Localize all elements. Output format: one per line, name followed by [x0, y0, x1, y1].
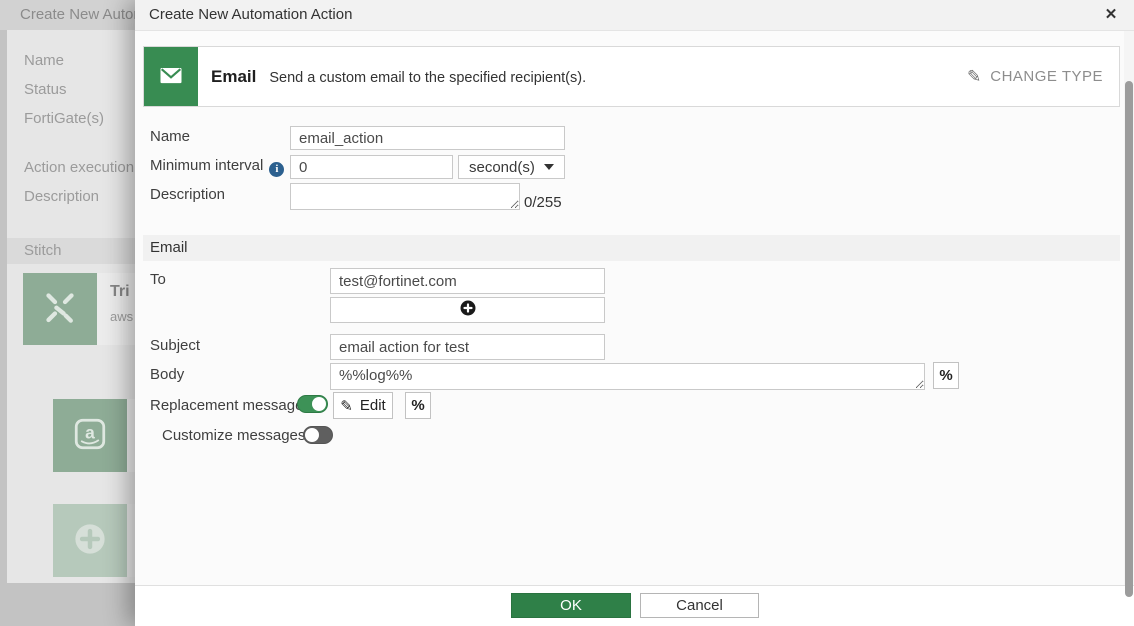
cancel-label: Cancel: [676, 597, 723, 614]
bg-aws-card-edge: [127, 399, 135, 472]
background-dialog-panel: Name Status FortiGate(s) Action executio…: [7, 30, 135, 583]
change-type-label: CHANGE TYPE: [990, 68, 1103, 85]
screen: Create New Autor Name Status FortiGate(s…: [0, 0, 1134, 626]
bg-add-tile: [53, 504, 127, 577]
pencil-icon: ✎: [967, 67, 981, 87]
bg-stitch-section-band: Stitch: [7, 238, 135, 264]
ok-label: OK: [560, 597, 582, 614]
bg-trigger-card: Tri aws: [97, 273, 135, 345]
email-type-description: Send a custom email to the specified rec…: [269, 70, 586, 86]
insert-variable-button-body[interactable]: %: [933, 362, 959, 389]
to-label: To: [150, 271, 166, 288]
toggle-knob: [312, 397, 326, 411]
modal-titlebar: Create New Automation Action ✕: [135, 0, 1134, 31]
bg-field-label-name: Name: [24, 52, 64, 69]
background-dialog-title: Create New Autor: [20, 6, 138, 23]
customize-messages-label: Customize messages: [162, 427, 305, 444]
name-input[interactable]: [290, 126, 565, 150]
close-icon[interactable]: ✕: [1100, 4, 1122, 26]
bg-field-label-action-execution: Action execution: [24, 159, 134, 176]
add-recipient-button[interactable]: [330, 297, 605, 323]
percent-icon: %: [411, 397, 424, 414]
ok-button[interactable]: OK: [511, 593, 631, 618]
create-automation-action-modal: Create New Automation Action ✕ Email Sen…: [135, 0, 1134, 626]
modal-scrollbar-track: [1124, 31, 1134, 585]
bg-trigger-card-subtitle: aws: [110, 309, 133, 324]
subject-label: Subject: [150, 337, 200, 354]
modal-title: Create New Automation Action: [149, 6, 352, 23]
name-label: Name: [150, 128, 190, 145]
interval-unit-value: second(s): [469, 159, 535, 176]
email-type-title: Email: [211, 67, 256, 87]
interval-unit-select[interactable]: second(s): [458, 155, 565, 179]
stitch-icon: [37, 284, 83, 334]
email-icon: [157, 61, 185, 93]
change-type-button[interactable]: ✎ CHANGE TYPE: [967, 67, 1103, 87]
body-textarea[interactable]: %%log%%: [330, 363, 925, 390]
insert-variable-button-replacement[interactable]: %: [405, 392, 431, 419]
modal-scrollbar-thumb[interactable]: [1125, 81, 1133, 597]
cancel-button[interactable]: Cancel: [640, 593, 759, 618]
bg-field-label-fortigates: FortiGate(s): [24, 110, 104, 127]
email-section-band: Email: [143, 235, 1120, 261]
bg-trigger-tile: [23, 273, 97, 345]
chevron-down-icon: [544, 164, 554, 170]
subject-input[interactable]: [330, 334, 605, 360]
edit-replacement-button[interactable]: ✎ Edit: [333, 392, 393, 419]
minimum-interval-label-text: Minimum interval: [150, 157, 263, 174]
bg-stitch-section-label: Stitch: [24, 242, 62, 259]
add-icon: [460, 300, 476, 320]
bg-field-label-description: Description: [24, 188, 99, 205]
amazon-icon: a: [68, 412, 112, 460]
body-label: Body: [150, 366, 184, 383]
char-counter: 0/255: [524, 194, 562, 211]
bg-add-card-edge: [127, 504, 135, 577]
toggle-knob: [305, 428, 319, 442]
bg-aws-tile: a: [53, 399, 127, 472]
edit-label: Edit: [360, 397, 386, 414]
bg-field-label-status: Status: [24, 81, 67, 98]
to-input[interactable]: [330, 268, 605, 294]
email-type-tile: [144, 47, 198, 106]
pencil-icon: ✎: [340, 397, 353, 415]
background-dialog-titlebar: Create New Autor: [0, 0, 140, 30]
info-icon[interactable]: i: [269, 162, 284, 177]
description-label: Description: [150, 186, 225, 203]
bg-trigger-card-title: Tri: [110, 283, 130, 301]
minimum-interval-input[interactable]: [290, 155, 453, 179]
percent-icon: %: [939, 367, 952, 384]
plus-circle-icon: [72, 521, 108, 561]
minimum-interval-label: Minimum interval i: [150, 157, 284, 177]
customize-messages-toggle[interactable]: [303, 426, 333, 444]
description-textarea[interactable]: [290, 183, 520, 210]
replacement-message-toggle[interactable]: [297, 395, 328, 413]
svg-text:a: a: [85, 422, 95, 442]
action-type-card: Email Send a custom email to the specifi…: [143, 46, 1120, 107]
modal-footer: OK Cancel: [135, 585, 1134, 626]
email-section-label: Email: [150, 239, 188, 256]
replacement-message-label: Replacement message: [150, 397, 303, 414]
